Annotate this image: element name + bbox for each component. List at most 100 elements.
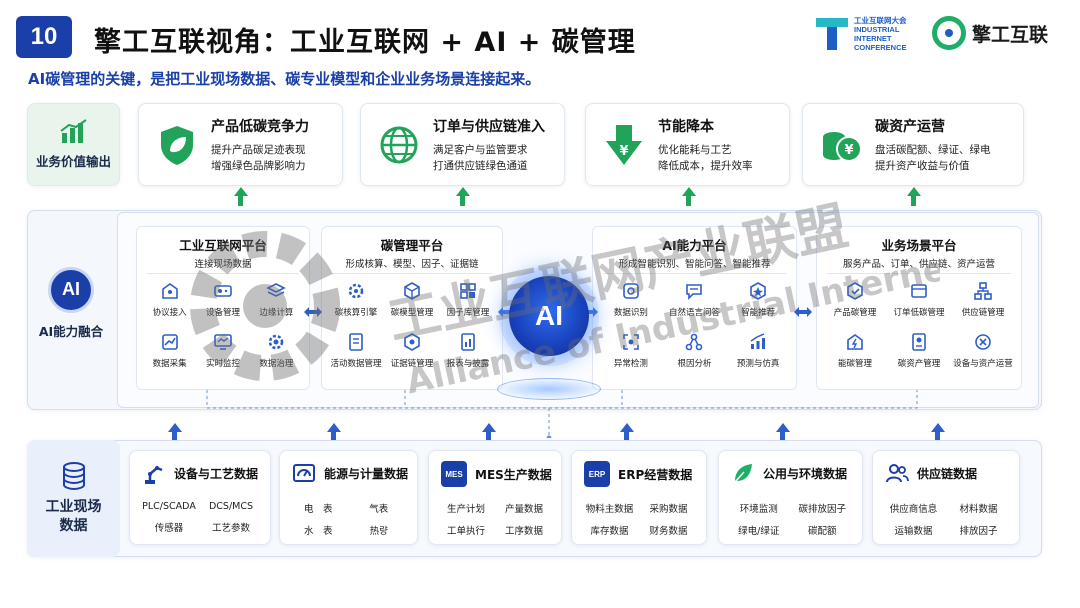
conference-logo-line: INDUSTRIAL <box>854 25 900 34</box>
evidence-chain-icon <box>404 333 420 351</box>
up-arrow <box>238 195 243 206</box>
ai-orb-base <box>497 378 601 400</box>
data-item: 采购数据 <box>649 504 688 515</box>
up-arrow <box>172 431 177 440</box>
value-card-line: 降低成本，提升效率 <box>658 159 753 172</box>
data-item: 气表 <box>369 504 389 515</box>
value-row-label: 业务价值输出 <box>27 103 120 186</box>
data-card: 能源与计量数据 电 表 气表 水 表 热량 <box>279 450 418 545</box>
bar-chart-icon <box>59 119 87 143</box>
platform-item: 异常检测 <box>599 332 663 369</box>
activity-data-icon <box>349 333 363 351</box>
coins-icon: ¥ <box>823 131 862 162</box>
data-item: 环境监测 <box>739 504 778 515</box>
platform-item: 预测与仿真 <box>726 332 790 369</box>
value-card: ¥ 碳资产运营 盘活碳配额、绿证、绿电 提升资产收益与价值 <box>802 103 1024 186</box>
erp-icon: ERP <box>584 461 610 487</box>
up-arrow <box>460 195 465 206</box>
ai-row-label: AI AI能力融合 <box>30 258 112 348</box>
up-arrow-head <box>776 423 790 432</box>
platform-item: 根因分析 <box>663 332 727 369</box>
forecast-icon <box>750 333 766 349</box>
data-item: DCS/MCS <box>208 501 254 512</box>
data-row-label-line: 数据 <box>59 517 88 534</box>
platform-item: 智能推荐 <box>726 281 790 318</box>
conference-mark-icon <box>816 18 848 50</box>
brand-logo: 擎工互联 <box>932 16 1048 50</box>
up-arrow-head <box>907 187 921 196</box>
data-item: 传感器 <box>154 523 184 534</box>
conference-logo-line: CONFERENCE <box>854 43 907 52</box>
users-icon <box>886 464 909 483</box>
up-arrow-head <box>327 423 341 432</box>
data-item: 水 表 <box>303 526 333 537</box>
data-item: 热량 <box>369 526 388 537</box>
order-icon <box>911 284 927 298</box>
platform-item: 设备管理 <box>196 281 249 318</box>
value-card-line: 提升产品碳足迹表现 <box>211 143 306 156</box>
platform-item: 实时监控 <box>196 332 249 369</box>
value-card-line: 满足客户与监管要求 <box>433 143 528 156</box>
value-card: ¥ 节能降本 优化能耗与工艺 降低成本，提升效率 <box>585 103 790 186</box>
factor-library-icon <box>460 283 476 299</box>
page-title: 擎工互联视角：工业互联网 + AI + 碳管理 <box>94 27 636 58</box>
data-card: 供应链数据 供应商信息 材料数据 运输数据 排放因子 <box>872 450 1020 545</box>
value-row-label-text: 业务价值输出 <box>35 154 111 169</box>
data-collect-icon <box>161 334 178 350</box>
device-icon <box>214 285 232 297</box>
data-card-title: 公用与环境数据 <box>763 466 848 481</box>
report-icon <box>461 333 475 351</box>
bidirectional-arrow-icon <box>304 307 322 317</box>
up-arrow <box>624 431 629 440</box>
up-arrow-head <box>482 423 496 432</box>
data-card-title: 能源与计量数据 <box>324 466 409 481</box>
model-cube-icon <box>404 282 420 300</box>
data-card: MES MES生产数据 生产计划 产量数据 工单执行 工序数据 <box>428 450 562 545</box>
platform-item: 碳资产管理 <box>887 332 951 369</box>
anomaly-icon <box>623 334 639 350</box>
ai-center-orb: AI <box>509 276 589 356</box>
data-card-title: 供应链数据 <box>917 466 978 481</box>
brand-name: 擎工互联 <box>972 23 1049 46</box>
data-item: 物料主数据 <box>585 504 634 515</box>
platform-item: 能碳管理 <box>823 332 887 369</box>
svg-text:¥: ¥ <box>619 144 628 159</box>
recommend-icon <box>750 282 766 300</box>
layers-icon <box>266 283 287 297</box>
data-card-title: ERP经营数据 <box>618 467 693 482</box>
conference-logo-line: 工业互联网大会 <box>854 16 907 25</box>
ai-circle-icon: AI <box>48 266 94 313</box>
energy-carbon-icon <box>847 334 863 350</box>
platform-title: 工业互联网平台 <box>179 238 267 253</box>
up-arrow-head <box>456 187 470 196</box>
up-arrow <box>780 431 785 440</box>
platform-title: 碳管理平台 <box>380 238 444 253</box>
meter-icon <box>293 464 315 482</box>
monitor-icon <box>214 334 232 350</box>
up-arrow <box>686 195 691 206</box>
data-item: 工艺参数 <box>211 523 250 534</box>
data-card: ERP ERP经营数据 物料主数据 采购数据 库存数据 财务数据 <box>571 450 707 545</box>
value-card-line: 打通供应链绿色通道 <box>433 159 528 172</box>
data-item: PLC/SCADA <box>142 501 196 512</box>
up-arrow <box>935 431 940 440</box>
platform-industrial-internet: 工业互联网平台 连接现场数据 协议接入 设备管理 边缘计算 数据采集 实时监控 … <box>136 226 310 390</box>
protocol-icon <box>161 283 178 299</box>
platform-item: 碳核算引擎 <box>328 281 384 318</box>
brand-ring-icon <box>932 16 966 50</box>
page-number-badge: 10 <box>16 16 72 58</box>
gear-icon <box>269 334 284 350</box>
engine-icon <box>348 283 364 299</box>
value-card: 产品低碳竞争力 提升产品碳足迹表现 增强绿色品牌影响力 <box>138 103 343 186</box>
data-item: 工序数据 <box>504 526 543 537</box>
value-card-title: 节能降本 <box>658 118 714 135</box>
up-arrow-head <box>168 423 182 432</box>
platform-item: 协议接入 <box>143 281 196 318</box>
platform-item: 碳模型管理 <box>384 281 440 318</box>
data-row-label: 工业现场 数据 <box>27 440 120 557</box>
chat-icon <box>686 284 703 300</box>
platform-item: 设备与资产运营 <box>951 332 1015 369</box>
data-card: 公用与环境数据 环境监测 碳排放因子 绿电/绿证 碳配额 <box>718 450 863 545</box>
supply-chain-icon <box>974 282 992 300</box>
platform-subtitle: 形成智能识别、智能问答、智能推荐 <box>618 259 771 270</box>
